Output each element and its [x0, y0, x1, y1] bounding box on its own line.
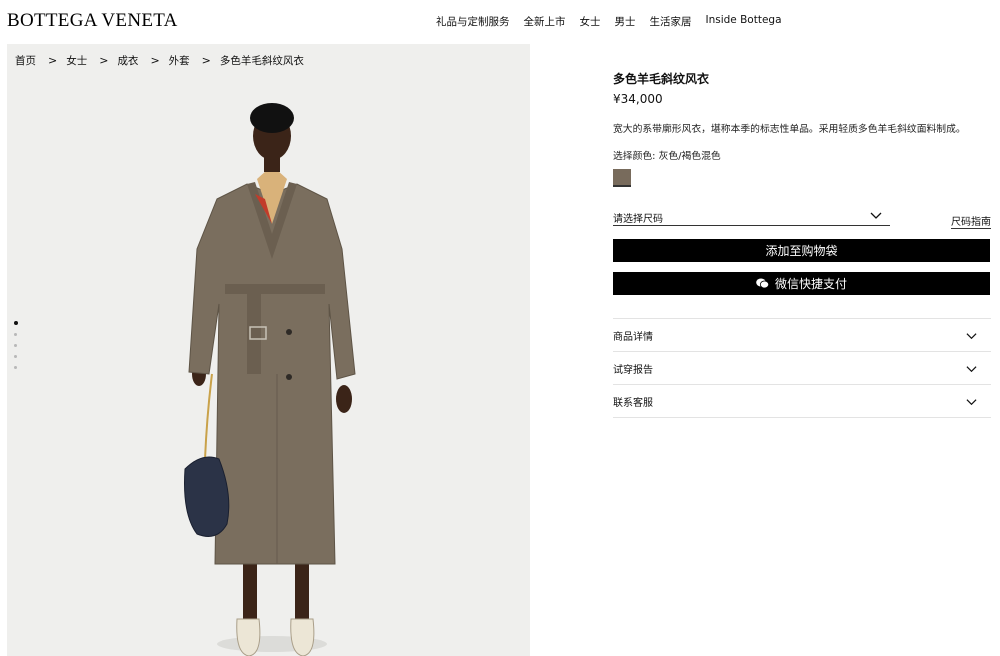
bag-chain: [204, 373, 213, 460]
size-select-placeholder: 请选择尺码: [613, 214, 663, 225]
size-guide-link[interactable]: 尺码指南: [951, 213, 991, 229]
gallery-dot-3[interactable]: [14, 344, 17, 347]
wechat-pay-button[interactable]: 微信快捷支付: [613, 272, 990, 295]
site-header: BOTTEGA VENETA 礼品与定制服务 全新上市 女士 男士 生活家居 I…: [0, 0, 1000, 44]
nav-item-inside-bottega[interactable]: Inside Bottega: [706, 14, 782, 29]
breadcrumb: 首页 > 女士 > 成衣 > 外套 > 多色羊毛斜纹风衣: [15, 53, 304, 68]
breadcrumb-ready-to-wear[interactable]: 成衣: [117, 53, 138, 68]
size-select[interactable]: 请选择尺码: [613, 208, 890, 226]
accordion-contact-service[interactable]: 联系客服: [613, 385, 991, 418]
main-nav: 礼品与定制服务 全新上市 女士 男士 生活家居 Inside Bottega: [436, 14, 782, 29]
product-price: ¥34,000: [613, 92, 663, 106]
coat-belt: [225, 284, 325, 294]
chevron-down-icon: [966, 332, 977, 339]
gallery-dot-4[interactable]: [14, 355, 17, 358]
accordion-label: 商品详情: [613, 331, 653, 343]
size-row: 请选择尺码 尺码指南: [613, 203, 991, 233]
breadcrumb-current: 多色羊毛斜纹风衣: [219, 55, 304, 67]
bag: [184, 456, 230, 537]
coat-button: [286, 374, 292, 380]
breadcrumb-home[interactable]: 首页: [15, 53, 36, 68]
nav-item-women[interactable]: 女士: [580, 14, 601, 29]
belt-tail: [247, 294, 261, 374]
product-info: 多色羊毛斜纹风衣 ¥34,000 宽大的系带廓形风衣，堪称本季的标志性单品。采用…: [613, 70, 991, 418]
color-label: 选择颜色: 灰色/褐色混色: [613, 151, 721, 162]
breadcrumb-separator: >: [150, 54, 160, 67]
gallery-dot-5[interactable]: [14, 366, 17, 369]
breadcrumb-separator: >: [201, 54, 211, 67]
brand-logo[interactable]: BOTTEGA VENETA: [7, 10, 178, 32]
add-to-bag-button[interactable]: 添加至购物袋: [613, 239, 990, 262]
chevron-down-icon: [966, 398, 977, 405]
nav-item-gifts[interactable]: 礼品与定制服务: [436, 14, 510, 29]
product-title: 多色羊毛斜纹风衣: [613, 72, 710, 86]
coat-button: [286, 329, 292, 335]
wechat-icon: [756, 278, 769, 289]
product-image[interactable]: [177, 74, 367, 656]
nav-item-home[interactable]: 生活家居: [650, 14, 692, 29]
product-description: 宽大的系带廓形风衣，堪称本季的标志性单品。采用轻质多色羊毛斜纹面料制成。: [613, 124, 966, 135]
breadcrumb-separator: >: [48, 54, 58, 67]
accordion-label: 试穿报告: [613, 364, 653, 376]
breadcrumb-separator: >: [99, 54, 109, 67]
gallery-dot-1[interactable]: [13, 321, 18, 325]
model-hand-right: [336, 385, 352, 413]
product-gallery: 首页 > 女士 > 成衣 > 外套 > 多色羊毛斜纹风衣: [7, 44, 530, 656]
model-hair: [250, 103, 294, 133]
accordion-fit-report[interactable]: 试穿报告: [613, 352, 991, 385]
chevron-down-icon: [966, 365, 977, 372]
nav-item-men[interactable]: 男士: [615, 14, 636, 29]
breadcrumb-outerwear[interactable]: 外套: [169, 53, 190, 68]
color-swatch[interactable]: [613, 169, 631, 187]
chevron-down-icon: [870, 212, 882, 219]
breadcrumb-women[interactable]: 女士: [66, 53, 87, 68]
gallery-dot-2[interactable]: [14, 333, 17, 336]
accordion-label: 联系客服: [613, 397, 653, 409]
wechat-pay-label: 微信快捷支付: [774, 277, 847, 291]
nav-item-new-arrivals[interactable]: 全新上市: [524, 14, 566, 29]
accordion-product-details[interactable]: 商品详情: [613, 319, 991, 352]
product-accordion: 商品详情 试穿报告 联系客服: [613, 318, 991, 418]
gallery-pagination: [13, 321, 18, 369]
